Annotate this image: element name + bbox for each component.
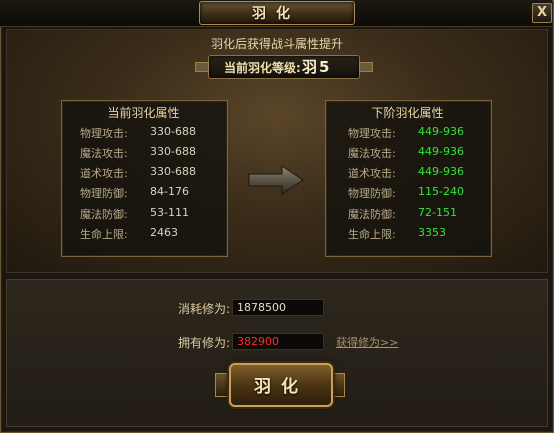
current-attributes-title: 当前羽化属性 (107, 106, 180, 120)
current-row-label: 魔法防御: (80, 208, 128, 221)
next-row-label: 生命上限: (348, 228, 396, 241)
next-row-value: 115-240 (418, 185, 464, 198)
next-row-value: 449-936 (418, 145, 464, 158)
level-label: 当前羽化等级: (224, 61, 301, 75)
get-cultivation-link[interactable]: 获得修为>> (336, 334, 398, 350)
cost-value: 1878500 (232, 299, 324, 316)
next-row-label: 魔法防御: (348, 208, 396, 221)
owned-label: 拥有修为: (178, 336, 231, 350)
next-row-label: 魔法攻击: (348, 147, 396, 160)
current-row-value: 330-688 (150, 145, 196, 158)
next-row-value: 449-936 (418, 125, 464, 138)
next-row-value: 449-936 (418, 165, 464, 178)
current-row-label: 魔法攻击: (80, 147, 128, 160)
next-row-label: 物理攻击: (348, 127, 396, 140)
next-attributes-title: 下阶羽化属性 (371, 106, 444, 120)
cost-label: 消耗修为: (178, 302, 231, 316)
right-arrow-icon (248, 165, 304, 195)
current-row-label: 道术攻击: (80, 167, 128, 180)
subtitle: 羽化后获得战斗属性提升 (210, 37, 343, 51)
owned-value: 382900 (232, 333, 324, 350)
current-row-label: 生命上限: (80, 228, 128, 241)
next-row-value: 3353 (418, 226, 446, 239)
next-row-value: 72-151 (418, 206, 457, 219)
current-row-value: 2463 (150, 226, 178, 239)
current-row-value: 84-176 (150, 185, 189, 198)
close-button[interactable]: X (532, 3, 552, 23)
level-value: 羽5 (302, 58, 332, 76)
current-row-label: 物理攻击: (80, 127, 128, 140)
feather-button-label: 羽化 (254, 377, 308, 397)
current-row-value: 53-111 (150, 206, 189, 219)
current-row-value: 330-688 (150, 165, 196, 178)
window-title: 羽化 (252, 6, 300, 22)
next-row-label: 道术攻击: (348, 167, 396, 180)
current-row-value: 330-688 (150, 125, 196, 138)
next-row-label: 物理防御: (348, 187, 396, 200)
current-row-label: 物理防御: (80, 187, 128, 200)
